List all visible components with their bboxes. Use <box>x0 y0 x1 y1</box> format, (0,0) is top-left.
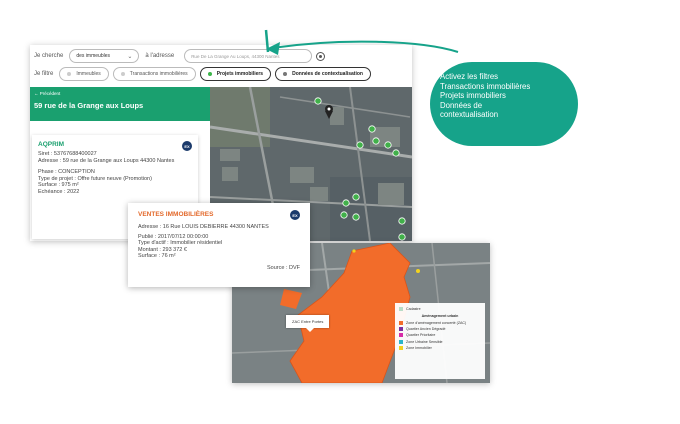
callout-line: Projets immobiliers <box>440 91 506 101</box>
address-label: à l'adresse <box>145 53 175 59</box>
ex-badge-icon: EX <box>290 210 300 220</box>
legend-row: Zone d'aménagement concerté (ZAC) <box>399 321 481 325</box>
chip-projets[interactable]: Projets immobiliers <box>199 67 272 81</box>
filter-label: Je filtre <box>34 71 54 77</box>
stage: Je cherche des immeubles ⌄ à l'adresse R… <box>0 0 680 424</box>
sale-card: VENTES IMMOBILIÈRES EX Adresse : 16 Rue … <box>128 203 310 287</box>
legend-swatch <box>399 339 403 344</box>
sale-surface: Surface : 76 m² <box>138 253 176 259</box>
chip-label: Transactions immobilières <box>129 71 188 77</box>
legend-label: Cadastre <box>406 307 421 311</box>
ex-badge-icon: EX <box>182 141 192 151</box>
chip-label: Immeubles <box>76 71 101 77</box>
legend-heading: Aménagement urbain <box>421 314 459 318</box>
callout-line: Transactions immobilières <box>440 81 531 91</box>
address-input[interactable]: Rue De La Grange Au Loups, 44300 Nantes <box>184 49 313 63</box>
callout-bubble: Activez les filtres Transactions immobil… <box>430 62 578 146</box>
legend-row: Cadastre <box>399 307 481 311</box>
map-legend: Cadastre Aménagement urbain Zone d'aména… <box>395 303 485 379</box>
chip-immeubles[interactable]: Immeubles <box>59 67 109 81</box>
sale-title: VENTES IMMOBILIÈRES <box>138 211 214 218</box>
legend-row: Quartier Ancien Dégradé <box>399 327 481 332</box>
legend-row: Zone Urbaine Sensible <box>399 339 481 344</box>
page-title: 59 rue de la Grange aux Loups <box>34 101 144 110</box>
search-row: Je cherche des immeubles ⌄ à l'adresse R… <box>34 49 326 63</box>
legend-label: Quartier Prioritaire <box>406 333 436 338</box>
zac-label: ZAC Entre Portes <box>286 315 330 332</box>
chip-dot-icon <box>67 72 72 76</box>
filter-row: Je filtre Immeubles Transactions immobil… <box>34 67 375 81</box>
panel-header: ← Précédent 59 rue de la Grange aux Loup… <box>30 87 210 121</box>
chip-dot-icon <box>120 72 125 76</box>
project-adresse: Adresse : 59 rue de la Grange aux Loups … <box>38 157 175 164</box>
chip-label: Projets immobiliers <box>216 71 264 77</box>
chip-contextualisation[interactable]: Données de contextualisation <box>275 67 371 81</box>
project-echeance: Echéance : 2022 <box>38 188 80 195</box>
locate-icon[interactable] <box>316 51 326 61</box>
legend-row: Quartier Prioritaire <box>399 333 481 338</box>
callout-line: contextualisation <box>440 110 499 120</box>
callout-line: Données de <box>440 100 483 110</box>
legend-row: Zone Immobilier <box>399 345 481 350</box>
callout-line: Activez les filtres <box>440 72 499 81</box>
legend-swatch <box>399 345 403 350</box>
filter-bar: Je cherche des immeubles ⌄ à l'adresse R… <box>30 45 412 87</box>
legend-label: Zone Immobilier <box>406 345 432 350</box>
type-select[interactable]: des immeubles ⌄ <box>69 49 140 63</box>
chip-dot-icon <box>207 72 212 76</box>
chip-dot-icon <box>283 72 288 76</box>
back-link[interactable]: ← Précédent <box>34 91 60 96</box>
search-label: Je cherche <box>34 53 64 59</box>
sale-source: Source : DVF <box>266 265 300 271</box>
legend-label: Zone d'aménagement concerté (ZAC) <box>406 321 467 325</box>
chevron-down-icon: ⌄ <box>127 53 133 60</box>
type-select-value: des immeubles <box>76 53 110 59</box>
chip-transactions[interactable]: Transactions immobilières <box>112 67 196 81</box>
legend-swatch <box>399 327 403 332</box>
legend-label: Quartier Ancien Dégradé <box>406 327 446 332</box>
legend-label: Zone Urbaine Sensible <box>406 339 443 344</box>
legend-swatch <box>399 321 403 325</box>
legend-swatch <box>399 333 403 338</box>
chip-label: Données de contextualisation <box>292 71 363 77</box>
legend-swatch <box>399 307 403 311</box>
project-name: AQPRIM <box>38 141 64 148</box>
back-label: Précédent <box>39 91 61 96</box>
